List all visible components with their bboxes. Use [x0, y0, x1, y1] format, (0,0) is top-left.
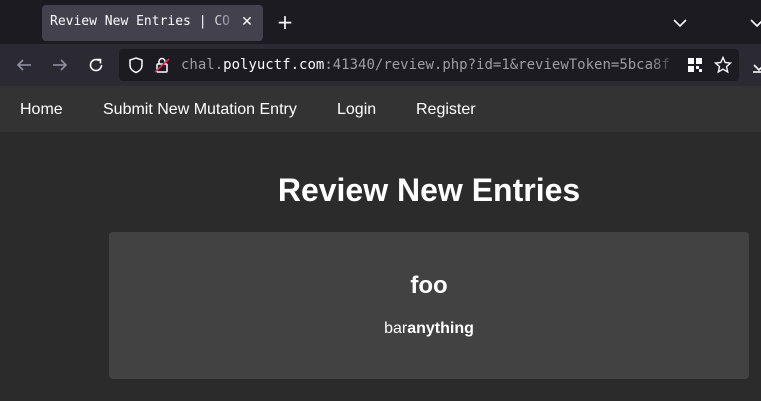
- shield-icon[interactable]: [125, 54, 147, 76]
- browser-toolbar: chal.polyuctf.com:41340/review.php?id=1&…: [0, 44, 761, 86]
- entry-body: baranything: [109, 320, 749, 338]
- nav-link-submit-entry[interactable]: Submit New Mutation Entry: [103, 101, 297, 119]
- entry-title: foo: [410, 272, 448, 299]
- nav-link-home[interactable]: Home: [20, 101, 63, 119]
- close-icon[interactable]: ✕: [238, 13, 256, 31]
- bookmark-star-icon[interactable]: [712, 54, 734, 76]
- site-navigation: Home Submit New Mutation Entry Login Reg…: [0, 86, 761, 132]
- reload-icon[interactable]: [85, 54, 107, 76]
- qr-code-icon[interactable]: [684, 54, 706, 76]
- window-minimize-icon[interactable]: [748, 13, 761, 33]
- entry-body-plain: bar: [384, 320, 408, 337]
- new-tab-plus-icon[interactable]: +: [274, 11, 296, 33]
- back-arrow-icon[interactable]: [13, 54, 35, 76]
- insecure-lock-icon[interactable]: [151, 54, 173, 76]
- url-host: polyuctf.com: [223, 57, 325, 73]
- url-fade: [649, 53, 679, 77]
- tab-title: Review New Entries | CO: [50, 14, 231, 29]
- url-path: :41340/review.php?id=1&reviewToken=5bca8…: [324, 57, 670, 73]
- nav-link-register[interactable]: Register: [416, 101, 476, 119]
- nav-link-login[interactable]: Login: [337, 101, 376, 119]
- chevron-down-icon[interactable]: [670, 13, 690, 33]
- forward-arrow-icon[interactable]: [49, 54, 71, 76]
- tab-title-fade: [210, 9, 240, 37]
- page-title: Review New Entries: [277, 172, 581, 208]
- entry-body-bold: anything: [407, 320, 474, 337]
- address-bar[interactable]: chal.polyuctf.com:41340/review.php?id=1&…: [119, 49, 739, 81]
- url-text[interactable]: chal.polyuctf.com:41340/review.php?id=1&…: [181, 57, 679, 73]
- entry-card: foo baranything: [109, 232, 749, 379]
- download-icon[interactable]: [750, 56, 761, 74]
- url-prefix: chal.: [181, 57, 224, 73]
- browser-tab[interactable]: Review New Entries | CO ✕: [42, 5, 263, 41]
- browser-tab-strip: Review New Entries | CO ✕ +: [0, 0, 761, 44]
